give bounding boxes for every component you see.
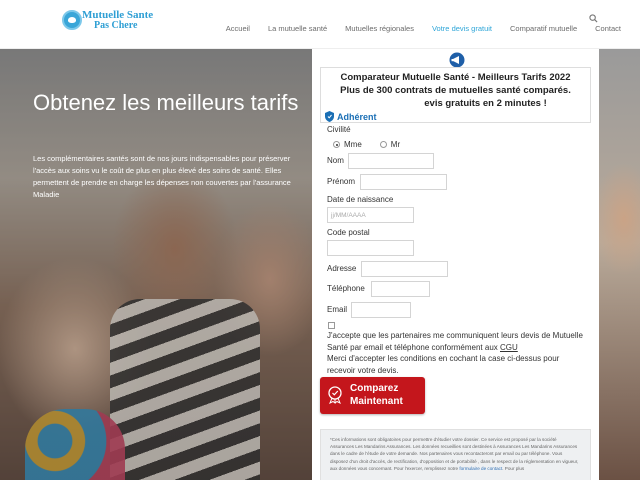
hero-title: Obtenez les meilleurs tarifs bbox=[33, 90, 299, 115]
badge-icon bbox=[328, 386, 342, 404]
disclaimer-text: *Ces informations sont obligatoires pour… bbox=[330, 437, 579, 471]
promo-title: Comparateur Mutuelle Santé - Meilleurs T… bbox=[340, 72, 571, 83]
cgu-link[interactable]: CGU bbox=[500, 343, 518, 352]
radio-mme-label: Mme bbox=[344, 140, 362, 149]
legal-disclaimer: *Ces informations sont obligatoires pour… bbox=[320, 429, 591, 480]
nom-input[interactable] bbox=[348, 153, 434, 169]
phone-input[interactable] bbox=[371, 281, 430, 297]
prenom-label: Prénom bbox=[327, 177, 356, 186]
civility-radio-group: Mme Mr bbox=[333, 140, 400, 149]
radio-mr[interactable] bbox=[379, 141, 387, 148]
megaphone-icon bbox=[449, 52, 465, 68]
disclaimer-text-end: . Pour plus bbox=[502, 465, 525, 471]
address-input[interactable] bbox=[361, 261, 448, 277]
promo-subtitle-2: evis gratuits en 2 minutes ! bbox=[424, 98, 547, 109]
hero-photo-right bbox=[599, 49, 640, 480]
quote-form-panel: Comparateur Mutuelle Santé - Meilleurs T… bbox=[312, 49, 599, 480]
nav-contact[interactable]: Contact bbox=[586, 24, 630, 33]
nav-mutuelle-sante[interactable]: La mutuelle santé bbox=[259, 24, 336, 33]
site-header: Mutuelle Sante Pas Chere Accueil La mutu… bbox=[0, 0, 640, 49]
shield-icon bbox=[325, 111, 334, 122]
address-label: Adresse bbox=[327, 264, 357, 273]
email-input[interactable] bbox=[351, 302, 411, 318]
consent-text-part1: J'accepte que les partenaires me communi… bbox=[327, 331, 583, 352]
site-logo[interactable]: Mutuelle Sante Pas Chere bbox=[62, 8, 158, 34]
submit-label-line2: Maintenant bbox=[350, 396, 403, 407]
radio-mme[interactable] bbox=[333, 141, 340, 148]
search-icon[interactable] bbox=[589, 14, 598, 23]
compare-submit-button[interactable]: Comparez Maintenant bbox=[320, 377, 425, 414]
promo-box: Comparateur Mutuelle Santé - Meilleurs T… bbox=[320, 67, 591, 123]
adherent-badge-label: Adhérent bbox=[337, 111, 377, 122]
adherent-badge: Adhérent bbox=[325, 111, 377, 122]
consent-text-part2: Merci d'accepter les conditions en cocha… bbox=[327, 354, 560, 375]
main-nav: Accueil La mutuelle santé Mutuelles régi… bbox=[217, 24, 630, 33]
dob-label: Date de naissance bbox=[327, 195, 394, 204]
nav-accueil[interactable]: Accueil bbox=[217, 24, 259, 33]
dob-input[interactable]: jj/MM/AAAA bbox=[327, 207, 414, 223]
radio-mr-label: Mr bbox=[390, 140, 401, 149]
nav-devis-gratuit[interactable]: Votre devis gratuit bbox=[423, 24, 501, 33]
nav-mutuelles-regionales[interactable]: Mutuelles régionales bbox=[336, 24, 423, 33]
consent-checkbox[interactable] bbox=[328, 322, 335, 329]
logo-text-line2: Pas Chere bbox=[94, 20, 138, 31]
submit-label-line1: Comparez bbox=[350, 383, 399, 394]
logo-icon bbox=[62, 10, 82, 30]
consent-text: J'accepte que les partenaires me communi… bbox=[327, 330, 589, 376]
hero-text: Les complémentaires santés sont de nos j… bbox=[33, 154, 291, 199]
prenom-input[interactable] bbox=[360, 174, 447, 190]
postal-code-input[interactable] bbox=[327, 240, 414, 256]
promo-subtitle: Plus de 300 contrats de mutuelles santé … bbox=[340, 85, 571, 96]
civility-label: Civilité bbox=[327, 125, 351, 134]
nav-comparatif-mutuelle[interactable]: Comparatif mutuelle bbox=[501, 24, 586, 33]
postal-code-label: Code postal bbox=[327, 228, 370, 237]
email-label: Email bbox=[327, 305, 348, 314]
phone-label: Téléphone bbox=[327, 284, 365, 293]
contact-form-link[interactable]: formulaire de contact bbox=[459, 466, 502, 471]
nom-label: Nom bbox=[327, 156, 344, 165]
